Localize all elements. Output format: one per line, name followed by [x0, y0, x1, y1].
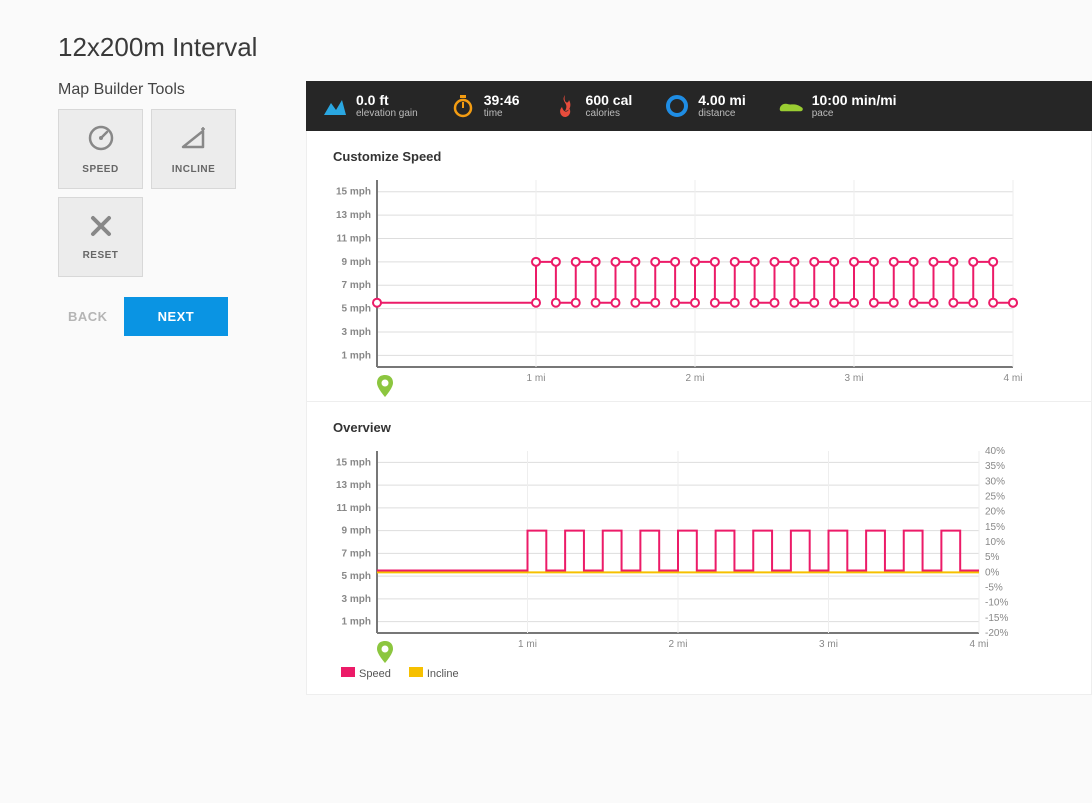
tools-heading: Map Builder Tools	[58, 81, 268, 99]
next-button[interactable]: NEXT	[124, 297, 229, 336]
svg-text:3 mi: 3 mi	[819, 639, 838, 650]
svg-text:13 mph: 13 mph	[336, 210, 371, 221]
svg-text:3 mph: 3 mph	[342, 327, 371, 338]
svg-text:5 mph: 5 mph	[342, 304, 371, 315]
incline-tool-label: INCLINE	[172, 164, 216, 175]
svg-text:35%: 35%	[985, 462, 1005, 473]
stat-calories: 600 calcalories	[552, 93, 633, 119]
stat-elevation-value: 0.0 ft	[356, 93, 418, 108]
svg-text:0%: 0%	[985, 568, 1000, 579]
svg-text:9 mph: 9 mph	[342, 257, 371, 268]
tools-panel: Map Builder Tools SPEED INCLINE RESET	[58, 81, 268, 336]
overview-title: Overview	[333, 420, 1081, 435]
svg-text:3 mph: 3 mph	[342, 594, 371, 605]
svg-text:4 mi: 4 mi	[970, 639, 989, 650]
elevation-icon	[322, 93, 348, 119]
svg-text:-10%: -10%	[985, 598, 1008, 609]
stat-time-value: 39:46	[484, 93, 520, 108]
stat-time: 39:46time	[450, 93, 520, 119]
legend-incline: Incline	[409, 667, 459, 680]
overview-section: Overview 1 mph 3 mph 5 mph 7 mph 9 mph 11 mph…	[306, 402, 1092, 695]
gauge-icon	[86, 123, 116, 158]
stat-distance-value: 4.00 mi	[698, 93, 745, 108]
stopwatch-icon	[450, 93, 476, 119]
svg-text:20%: 20%	[985, 507, 1005, 518]
customize-speed-section: Customize Speed 1 mph 3 mph 5 mph 7 mph 9 mp…	[306, 131, 1092, 402]
svg-text:13 mph: 13 mph	[336, 481, 371, 492]
stat-calories-value: 600 cal	[586, 93, 633, 108]
svg-text:25%: 25%	[985, 492, 1005, 503]
svg-text:15%: 15%	[985, 522, 1005, 533]
incline-icon	[179, 123, 209, 158]
stat-pace: 10:00 min/mipace	[778, 93, 897, 119]
stat-pace-label: pace	[812, 108, 897, 119]
svg-text:15 mph: 15 mph	[336, 187, 371, 198]
stat-pace-value: 10:00 min/mi	[812, 93, 897, 108]
stat-distance-label: distance	[698, 108, 745, 119]
svg-text:-5%: -5%	[985, 583, 1003, 594]
stats-bar: 0.0 ftelevation gain 39:46time 600 calca…	[306, 81, 1092, 131]
position-pin-icon[interactable]	[377, 375, 393, 397]
svg-text:-15%: -15%	[985, 613, 1008, 624]
svg-text:1 mph: 1 mph	[342, 617, 371, 628]
svg-text:30%: 30%	[985, 477, 1005, 488]
svg-text:3 mi: 3 mi	[845, 373, 864, 384]
svg-text:10%: 10%	[985, 537, 1005, 548]
svg-text:5%: 5%	[985, 553, 1000, 564]
back-button[interactable]: BACK	[68, 309, 108, 324]
stat-time-label: time	[484, 108, 520, 119]
overview-chart: 1 mph 3 mph 5 mph 7 mph 9 mph 11 mph 13 mph 15 …	[317, 447, 1027, 657]
incline-tool-button[interactable]: INCLINE	[151, 109, 236, 189]
shoe-icon	[778, 93, 804, 119]
svg-text:7 mph: 7 mph	[342, 281, 371, 292]
customize-speed-chart[interactable]: 1 mph 3 mph 5 mph 7 mph 9 mph 11 mph 13 mph 15 …	[317, 176, 1027, 391]
ring-icon	[664, 93, 690, 119]
flame-icon	[552, 93, 578, 119]
position-pin-icon[interactable]	[377, 641, 393, 663]
customize-title: Customize Speed	[333, 149, 1081, 164]
svg-text:7 mph: 7 mph	[342, 549, 371, 560]
svg-text:15 mph: 15 mph	[336, 458, 371, 469]
svg-text:1 mph: 1 mph	[342, 351, 371, 362]
svg-text:-20%: -20%	[985, 628, 1008, 639]
svg-text:1 mi: 1 mi	[518, 639, 537, 650]
svg-text:40%: 40%	[985, 447, 1005, 457]
stat-elevation-label: elevation gain	[356, 108, 418, 119]
svg-text:4 mi: 4 mi	[1004, 373, 1023, 384]
svg-text:2 mi: 2 mi	[686, 373, 705, 384]
speed-tool-button[interactable]: SPEED	[58, 109, 143, 189]
stat-distance: 4.00 midistance	[664, 93, 745, 119]
close-icon	[88, 213, 114, 244]
legend-speed: Speed	[341, 667, 391, 680]
svg-text:11 mph: 11 mph	[337, 234, 371, 245]
stat-elevation: 0.0 ftelevation gain	[322, 93, 418, 119]
svg-text:9 mph: 9 mph	[342, 526, 371, 537]
speed-tool-label: SPEED	[82, 164, 118, 175]
overview-legend: Speed Incline	[341, 667, 1081, 680]
reset-tool-label: RESET	[83, 250, 119, 261]
svg-text:11 mph: 11 mph	[337, 503, 371, 514]
stat-calories-label: calories	[586, 108, 633, 119]
reset-tool-button[interactable]: RESET	[58, 197, 143, 277]
svg-text:1 mi: 1 mi	[527, 373, 546, 384]
page-title: 12x200m Interval	[58, 32, 1092, 63]
svg-text:2 mi: 2 mi	[669, 639, 688, 650]
svg-text:5 mph: 5 mph	[342, 572, 371, 583]
